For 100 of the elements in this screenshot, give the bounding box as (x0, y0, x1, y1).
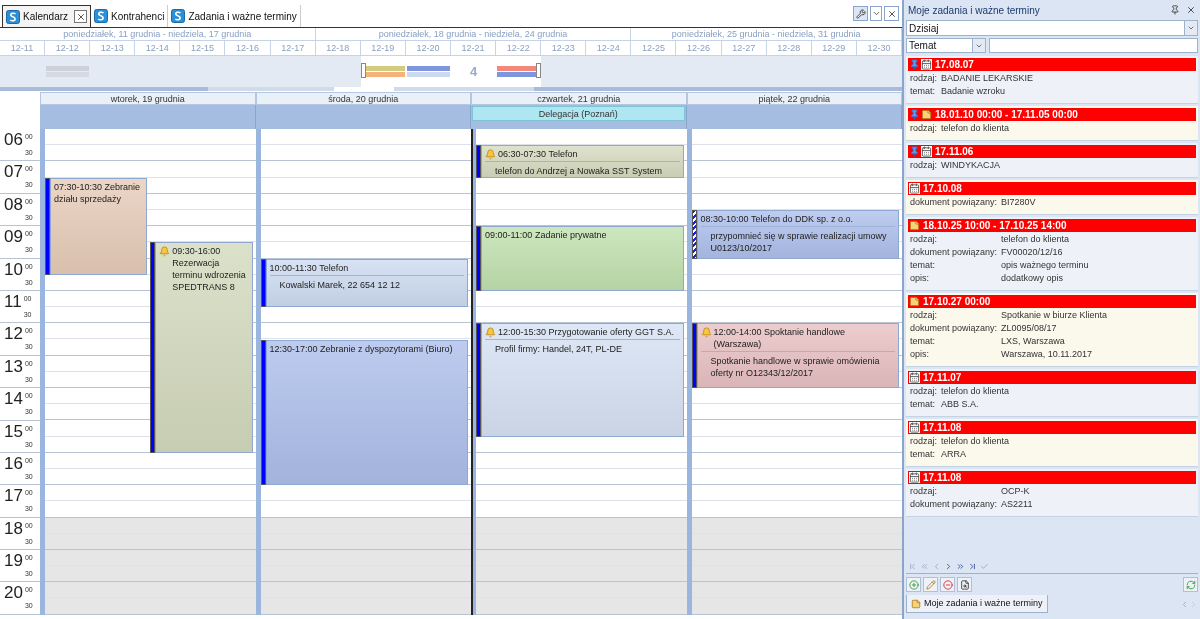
field-value: Badanie wzroku (941, 85, 1007, 98)
delete-button[interactable] (940, 577, 955, 592)
week-range-label: poniedziałek, 18 grudnia - niedziela, 24 grudnia (315, 28, 632, 40)
task-card[interactable]: 17.08.07 rodzaj: BADANIE LEKARSKIE temat: Badanie wzroku (906, 56, 1198, 104)
app-logo-icon (6, 9, 20, 24)
check-icon[interactable] (980, 561, 989, 571)
event-card[interactable]: 12:30-17:00 Zebranie z dyspozytorami (Biuro) (265, 339, 468, 486)
hour-label: 06 (4, 129, 23, 151)
off-hours-slot[interactable] (476, 582, 687, 599)
note-icon (911, 598, 921, 609)
hour-label: 11 (4, 290, 22, 313)
all-day-area[interactable] (40, 105, 256, 129)
search-field[interactable] (989, 38, 1198, 53)
hour-label: 09 (4, 226, 23, 249)
tab[interactable]: Zadania i ważne terminy (168, 5, 301, 27)
caret-icon (871, 9, 881, 18)
off-hours-slot[interactable] (691, 582, 902, 599)
event-card[interactable]: 10:00-11:30 Telefon Kowalski Marek, 22 654 12 12 (265, 258, 468, 308)
event-title: 06:30-07:30 Telefon (498, 148, 578, 161)
off-hours-slot[interactable] (45, 598, 256, 615)
task-date: 17.11.06 (935, 145, 974, 159)
close-icon (75, 11, 86, 22)
all-day-area[interactable] (255, 105, 471, 129)
field-value: telefon do klienta (941, 385, 1011, 398)
off-hours-slot[interactable] (691, 598, 902, 615)
event-card[interactable]: 09:00-11:00 Zadanie prywatne (481, 226, 684, 291)
day-header[interactable]: wtorek, 19 grudnia (40, 92, 256, 105)
off-hours-slot[interactable] (260, 598, 471, 615)
close-button[interactable] (884, 6, 899, 21)
day-header[interactable]: czwartek, 21 grudnia (471, 92, 687, 105)
task-card[interactable]: 17.11.06 rodzaj: WINDYKACJA (906, 143, 1198, 178)
task-date: 17.11.08 (923, 421, 962, 435)
range-handle[interactable] (536, 63, 542, 78)
task-card[interactable]: 17.11.08 rodzaj: telefon do klienta temat: ARRA (906, 419, 1198, 467)
event-title: 09:30-16:00 Rezerwacja terminu wdrozenia SPEDTRANS 8 (172, 245, 247, 294)
field-value: BADANIE LEKARSKIE (941, 72, 1035, 85)
field-value: ABB S.A. (941, 398, 980, 411)
task-card[interactable]: 18.01.10 00:00 - 17.11.05 00:00 rodzaj: telefon do klienta (906, 106, 1198, 141)
field-dropdown[interactable]: Temat (906, 38, 986, 53)
range-handle[interactable] (360, 63, 366, 78)
event-card[interactable]: 07:30-10:30 Zebranie działu sprzedaży (50, 177, 148, 275)
dropdown-button[interactable] (870, 6, 882, 21)
field-label: rodzaj: (910, 122, 937, 135)
all-day-event[interactable]: Delegacja (Poznań) (472, 106, 685, 121)
event-title: 12:30-17:00 Zebranie z dyspozytorami (Biuro) (269, 342, 453, 355)
task-card[interactable]: 17.11.07 rodzaj: telefon do klienta temat: ABB S.A. (906, 369, 1198, 417)
next-icon[interactable] (944, 561, 953, 571)
field-value: LXS, Warszawa (1001, 335, 1066, 348)
selected-range-cell[interactable] (496, 56, 542, 87)
hour-label: 14 (4, 388, 23, 411)
tab[interactable]: Kontrahenci (91, 5, 169, 27)
event-title: 12:00-15:30 Przygotowanie oferty GGT S.A. (498, 326, 674, 339)
off-hours-slot[interactable] (45, 566, 256, 583)
task-date: 17.11.08 (923, 471, 962, 485)
hour-label: 07 (4, 161, 23, 184)
event-card[interactable]: 09:30-16:00 Rezerwacja terminu wdrozenia SPEDTRANS 8 (155, 242, 253, 453)
off-hours-slot[interactable] (45, 582, 256, 599)
off-hours-slot[interactable] (476, 598, 687, 615)
field-value: dodatkowy opis (1001, 272, 1065, 285)
all-day-area[interactable] (686, 105, 902, 129)
task-date: 18.10.25 10:00 - 17.10.25 14:00 (923, 219, 1067, 233)
off-hours-slot[interactable] (260, 566, 471, 583)
previous-icon[interactable] (932, 561, 941, 571)
period-dropdown[interactable]: Dzisiaj (906, 20, 1198, 36)
preview-button[interactable] (957, 577, 972, 592)
task-card[interactable]: 17.10.08 dokument powiązany: BI7280V (906, 180, 1198, 215)
tab[interactable]: Kalendarz (2, 5, 92, 27)
hour-label: 19 (4, 550, 23, 573)
last-page-icon[interactable] (968, 561, 977, 571)
edit-button[interactable] (923, 577, 938, 592)
event-card[interactable]: 12:00-14:00 Spoktanie handlowe (Warszawa) Spotkanie handlowe w sprawie omówienia oferty nr O12343/12/2017 (696, 323, 899, 389)
close-icon[interactable] (1186, 5, 1196, 15)
task-card[interactable]: 17.11.08 rodzaj: OCP-K dokument powiązany: AS2211 (906, 469, 1198, 517)
all-day-area[interactable]: Delegacja (Poznań) (471, 105, 687, 129)
day-header[interactable]: piątek, 22 grudnia (686, 92, 902, 105)
event-card[interactable]: 08:30-10:00 Telefon do DDK sp. z o.o. przypomnieć się w sprawie realizacji umowy U0123/10/2017 (696, 210, 899, 259)
app-logo-icon (171, 9, 186, 23)
task-card[interactable]: 18.10.25 10:00 - 17.10.25 14:00 rodzaj: telefon do klienta dokument powiązany: FV00020/12/16 temat: opis ważnego terminu opis: dodatkowy opis (906, 217, 1198, 291)
next-page-icon[interactable] (956, 561, 965, 571)
panel-tab[interactable]: Moje zadania i ważne terminy (906, 595, 1048, 613)
previous-page-icon[interactable] (920, 561, 929, 571)
off-hours-slot[interactable] (476, 566, 687, 583)
field-value: WINDYKACJA (941, 159, 1002, 172)
pin-icon[interactable] (1170, 5, 1180, 15)
event-card[interactable]: 12:00-15:30 Przygotowanie oferty GGT S.A. Profil firmy: Handel, 24T, PL-DE (481, 323, 684, 437)
off-hours-slot[interactable] (691, 566, 902, 583)
scroll-left-icon[interactable] (1180, 599, 1189, 609)
add-button[interactable] (906, 577, 921, 592)
wrench-button[interactable] (853, 6, 868, 21)
event-title: 09:00-11:00 Zadanie prywatne (485, 229, 607, 242)
event-card[interactable]: 06:30-07:30 Telefon telefon do Andrzej a Nowaka SST System (481, 145, 684, 178)
close-tab-button[interactable] (74, 10, 88, 23)
off-hours-slot[interactable] (260, 582, 471, 599)
field-label: temat: (910, 398, 936, 411)
horizontal-scrollbar[interactable] (0, 87, 902, 91)
first-page-icon[interactable] (908, 561, 917, 571)
day-header[interactable]: środa, 20 grudnia (255, 92, 471, 105)
task-card[interactable]: 17.10.27 00:00 rodzaj: Spotkanie w biurze Klienta dokument powiązany: ZL0095/08/17 temat: LXS, Warszawa opis: Warszawa, 10.11.2017 (906, 293, 1198, 367)
refresh-button[interactable] (1183, 577, 1198, 592)
field-label: temat: (910, 85, 936, 98)
